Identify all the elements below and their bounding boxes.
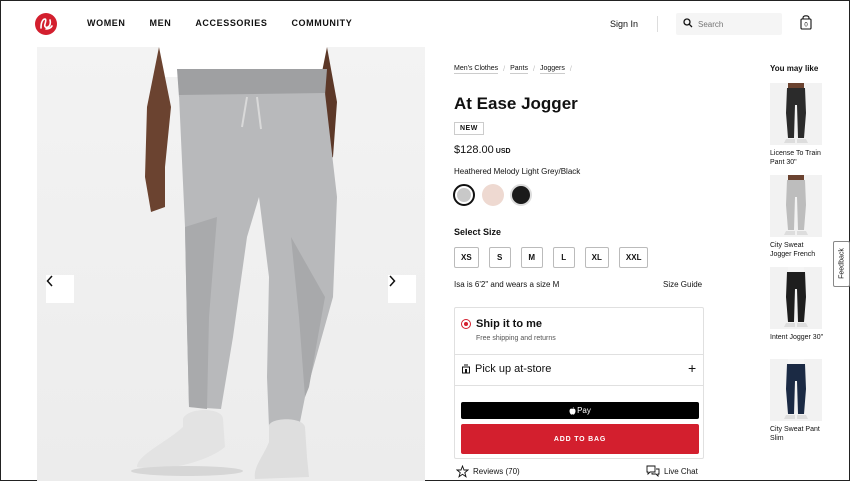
apple-icon (569, 406, 576, 415)
divider (455, 354, 703, 355)
divider (455, 385, 703, 386)
delivery-options: Ship it to me Free shipping and returns … (454, 307, 704, 459)
product-image (37, 47, 425, 481)
bag-count: 0 (804, 23, 808, 29)
previous-image-button[interactable] (46, 275, 74, 303)
apple-pay-button[interactable]: Pay (461, 402, 699, 419)
next-image-button[interactable] (388, 275, 416, 303)
store-icon (462, 364, 470, 374)
breadcrumb-pants[interactable]: Pants (510, 65, 528, 74)
reviews-link[interactable]: Reviews (70) (456, 465, 520, 478)
main-nav: WOMEN MEN ACCESSORIES COMMUNITY (87, 18, 376, 28)
size-l-button[interactable]: L (552, 247, 575, 268)
add-to-bag-button[interactable]: ADD TO BAG (461, 424, 699, 454)
recommended-product-image (770, 175, 822, 237)
feedback-tab[interactable]: Feedback (833, 241, 850, 287)
breadcrumb-joggers[interactable]: Joggers (539, 65, 565, 74)
color-swatch-black[interactable] (510, 184, 532, 206)
pickup-title[interactable]: Pick up at-store (475, 363, 551, 375)
product-price: $128.00 USD (454, 144, 511, 156)
color-swatch-grey[interactable] (453, 184, 475, 206)
price-currency: USD (495, 148, 511, 155)
header-divider (657, 16, 658, 32)
recommended-product-image (770, 267, 822, 329)
model-fit-note: Isa is 6'2" and wears a size M (454, 280, 560, 289)
shopping-bag-icon: 0 (800, 15, 812, 30)
breadcrumb-separator: / (503, 66, 506, 73)
search-box[interactable] (676, 13, 782, 35)
nav-men[interactable]: MEN (150, 18, 172, 28)
recommended-product-name: Intent Jogger 30" (770, 334, 824, 341)
sign-in-link[interactable]: Sign In (610, 19, 638, 29)
shopping-bag-button[interactable]: 0 (800, 15, 812, 35)
new-badge: NEW (454, 122, 484, 135)
ship-it-title[interactable]: Ship it to me (476, 318, 542, 330)
recommended-product-image (770, 359, 822, 421)
recommended-product-image (770, 83, 822, 145)
breadcrumb-separator: / (569, 66, 572, 73)
breadcrumb-separator: / (533, 66, 535, 73)
reviews-label: Reviews (70) (473, 467, 520, 476)
nav-community[interactable]: COMMUNITY (291, 18, 352, 28)
price-value: $128.00 (454, 144, 494, 156)
lululemon-logo-icon[interactable] (35, 13, 57, 35)
nav-women[interactable]: WOMEN (87, 18, 126, 28)
recommended-product[interactable]: City Sweat Pant Slim (770, 359, 824, 443)
recommended-product-name: City Sweat Pant Slim (770, 426, 820, 442)
size-selector: XS S M L XL XXL (454, 247, 658, 268)
selected-color-name: Heathered Melody Light Grey/Black (454, 167, 581, 176)
breadcrumb-mens-clothes[interactable]: Men's Clothes (454, 65, 499, 74)
recommended-product-name: City Sweat Jogger French (770, 242, 816, 258)
search-input[interactable] (698, 16, 778, 32)
product-image-gallery[interactable] (37, 47, 425, 481)
search-icon (683, 18, 693, 28)
nav-accessories[interactable]: ACCESSORIES (195, 18, 267, 28)
select-size-label: Select Size (454, 227, 502, 237)
size-m-button[interactable]: M (520, 247, 543, 268)
site-header: WOMEN MEN ACCESSORIES COMMUNITY Sign In … (1, 1, 849, 47)
feedback-label: Feedback (838, 248, 846, 279)
recommended-product[interactable]: Intent Jogger 30" (770, 267, 824, 342)
product-title: At Ease Jogger (454, 94, 578, 113)
size-xxl-button[interactable]: XXL (618, 247, 649, 268)
chevron-right-icon (389, 275, 396, 287)
apple-pay-label: Pay (577, 406, 591, 415)
you-may-like-title: You may like (770, 64, 819, 73)
expand-plus-icon[interactable]: + (688, 360, 696, 376)
size-xl-button[interactable]: XL (584, 247, 609, 268)
recommended-product-name: License To Train Pant 30" (770, 150, 821, 166)
ship-it-subtitle: Free shipping and returns (476, 335, 556, 342)
breadcrumb: Men's Clothes / Pants / Joggers / (454, 65, 577, 74)
recommended-product[interactable]: City Sweat Jogger French (770, 175, 824, 259)
live-chat-link[interactable]: Live Chat (646, 465, 698, 477)
chevron-left-icon (46, 275, 53, 287)
star-icon (456, 465, 469, 478)
size-s-button[interactable]: S (488, 247, 511, 268)
size-xs-button[interactable]: XS (454, 247, 479, 268)
recommended-product[interactable]: License To Train Pant 30" (770, 83, 824, 167)
live-chat-label: Live Chat (664, 466, 698, 476)
chat-icon (646, 465, 660, 477)
ship-radio[interactable] (461, 319, 471, 329)
size-guide-link[interactable]: Size Guide (663, 280, 702, 289)
color-swatch-pink[interactable] (482, 184, 504, 206)
